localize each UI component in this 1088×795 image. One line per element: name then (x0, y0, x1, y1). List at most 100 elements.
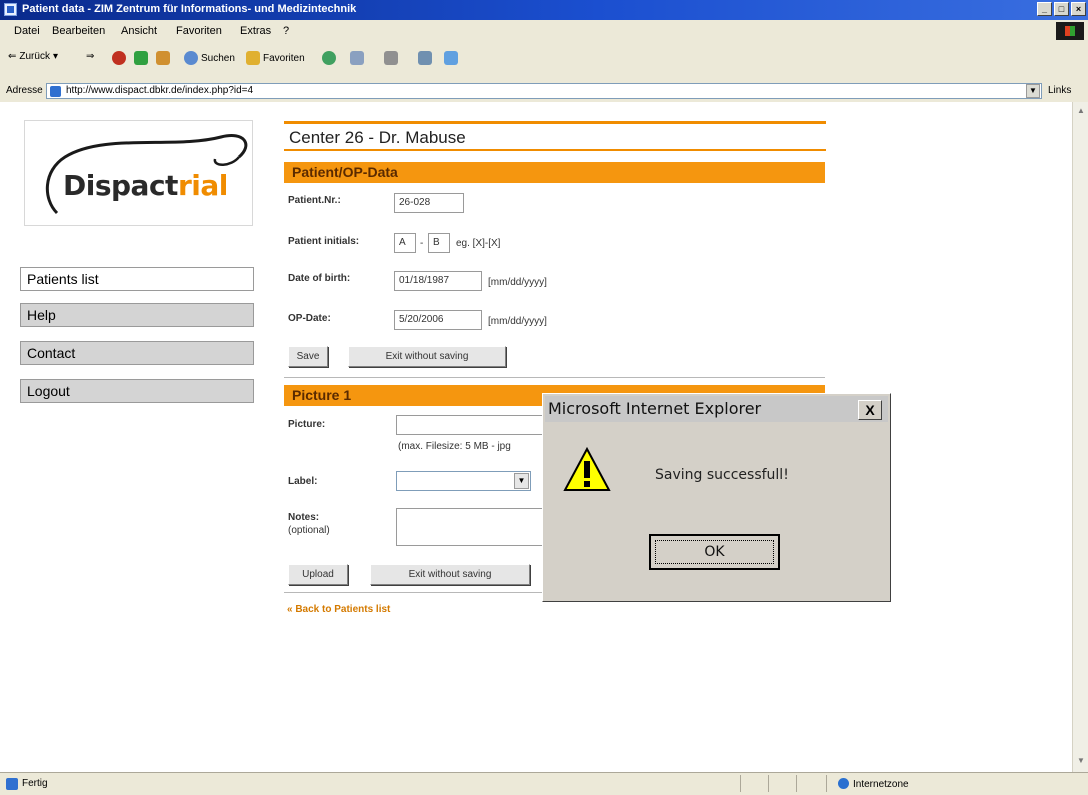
ie-page-icon (4, 3, 17, 16)
patient-nr-input[interactable]: 26-028 (394, 193, 464, 213)
scroll-up-arrow-icon[interactable]: ▲ (1075, 106, 1087, 118)
history-button[interactable] (322, 51, 336, 65)
favorites-star-icon (246, 51, 260, 65)
notes-optional-label: (optional) (288, 525, 330, 536)
window-title: Patient data - ZIM Zentrum für Informati… (22, 3, 357, 15)
page-icon (50, 86, 61, 97)
patient-initials-label: Patient initials: (288, 236, 360, 247)
nav-logout[interactable]: Logout (20, 379, 254, 403)
menu-extras[interactable]: Extras (240, 25, 271, 37)
home-button[interactable] (156, 51, 170, 65)
address-label: Adresse (6, 85, 43, 96)
stop-icon (112, 51, 126, 65)
op-date-hint: [mm/dd/yyyy] (488, 316, 547, 327)
search-icon (184, 51, 198, 65)
links-button[interactable]: Links (1048, 85, 1071, 96)
chevron-down-icon[interactable]: ▼ (514, 473, 529, 489)
home-icon (156, 51, 170, 65)
back-button[interactable]: ⇐ Zurück ▾ (8, 51, 58, 62)
nav-contact[interactable]: Contact (20, 341, 254, 365)
center-title-box: Center 26 - Dr. Mabuse (284, 121, 826, 151)
back-arrow-icon: ⇐ (8, 51, 17, 62)
picture-section-title: Picture 1 (292, 387, 352, 403)
section-divider (284, 592, 544, 593)
patient-nr-label: Patient.Nr.: (288, 195, 341, 206)
messenger-button[interactable] (444, 51, 458, 65)
windows-logo-icon (1056, 22, 1084, 40)
search-button[interactable]: Suchen (184, 51, 235, 65)
mail-icon (350, 51, 364, 65)
status-separator (826, 775, 827, 792)
close-window-button[interactable]: × (1071, 2, 1086, 16)
history-icon (322, 51, 336, 65)
maximize-button[interactable]: □ (1054, 2, 1069, 16)
print-button[interactable] (384, 51, 398, 65)
notes-textarea[interactable] (396, 508, 546, 546)
url-text: http://www.dispact.dbkr.de/index.php?id=… (66, 85, 254, 96)
date-of-birth-input[interactable]: 01/18/1987 (394, 271, 482, 291)
patient-section-title: Patient/OP-Data (292, 164, 398, 180)
menu-bar: Datei Bearbeiten Ansicht Favoriten Extra… (0, 20, 1088, 43)
vertical-scrollbar[interactable]: ▲ ▼ (1072, 102, 1088, 772)
initial-2-input[interactable]: B (428, 233, 450, 253)
status-separator (740, 775, 741, 792)
edit-button[interactable] (418, 51, 432, 65)
warning-icon (563, 446, 611, 491)
status-separator (796, 775, 797, 792)
window-title-bar: Patient data - ZIM Zentrum für Informati… (0, 0, 1088, 20)
menu-favoriten[interactable]: Favoriten (176, 25, 222, 37)
op-date-label: OP-Date: (288, 313, 331, 324)
favorites-button[interactable]: Favoriten (246, 51, 305, 65)
nav-patients-list[interactable]: Patients list (20, 267, 254, 291)
label-select[interactable]: ▼ (396, 471, 531, 491)
ok-button[interactable]: OK (649, 534, 780, 570)
page-done-icon (6, 778, 18, 790)
menu-datei[interactable]: Datei (14, 25, 40, 37)
status-bar: Fertig Internetzone (0, 772, 1088, 795)
stop-button[interactable] (112, 51, 126, 65)
ok-button-label: OK (655, 540, 774, 564)
picture-exit-without-saving-button[interactable]: Exit without saving (370, 564, 530, 585)
menu-bearbeiten[interactable]: Bearbeiten (52, 25, 105, 37)
internet-zone: Internetzone (838, 778, 909, 790)
url-input[interactable]: http://www.dispact.dbkr.de/index.php?id=… (46, 83, 1042, 99)
exit-without-saving-button[interactable]: Exit without saving (348, 346, 506, 367)
upload-button[interactable]: Upload (288, 564, 348, 585)
nav-help[interactable]: Help (20, 303, 254, 327)
toolbar: ⇐ Zurück ▾ ⇒ Suchen Favoriten (0, 42, 1088, 81)
refresh-button[interactable] (134, 51, 148, 65)
globe-icon (838, 778, 849, 789)
dialog-title-bar: Microsoft Internet Explorer X (545, 396, 888, 422)
dispactrial-logo: Dispactrial (24, 120, 253, 226)
date-of-birth-hint: [mm/dd/yyyy] (488, 277, 547, 288)
date-of-birth-label: Date of birth: (288, 273, 351, 284)
picture-file-input[interactable] (396, 415, 546, 435)
mail-button[interactable] (350, 51, 364, 65)
dialog-title: Microsoft Internet Explorer (548, 399, 762, 418)
address-dropdown-button[interactable]: ▼ (1026, 84, 1040, 98)
picture-label: Picture: (288, 419, 326, 430)
menu-ansicht[interactable]: Ansicht (121, 25, 157, 37)
messenger-icon (444, 51, 458, 65)
refresh-icon (134, 51, 148, 65)
dialog-message: Saving successfull! (655, 467, 789, 483)
save-button[interactable]: Save (288, 346, 328, 367)
scroll-down-arrow-icon[interactable]: ▼ (1075, 756, 1087, 768)
initial-1-input[interactable]: A (394, 233, 416, 253)
menu-help[interactable]: ? (283, 25, 289, 37)
logo-text: Dispactrial (63, 169, 228, 202)
status-separator (768, 775, 769, 792)
minimize-button[interactable]: _ (1037, 2, 1052, 16)
forward-arrow-icon: ⇒ (86, 51, 95, 62)
address-bar: Adresse http://www.dispact.dbkr.de/index… (0, 80, 1088, 103)
notes-label: Notes: (288, 512, 320, 523)
forward-button[interactable]: ⇒ (86, 51, 94, 62)
dialog-close-button[interactable]: X (858, 400, 882, 420)
initials-hint: eg. [X]-[X] (456, 238, 501, 249)
center-title: Center 26 - Dr. Mabuse (289, 128, 466, 147)
label-label: Label: (288, 476, 318, 487)
printer-icon (384, 51, 398, 65)
op-date-input[interactable]: 5/20/2006 (394, 310, 482, 330)
back-to-patients-list-link[interactable]: « Back to Patients list (287, 604, 390, 615)
chevron-down-icon: ▾ (52, 51, 58, 62)
